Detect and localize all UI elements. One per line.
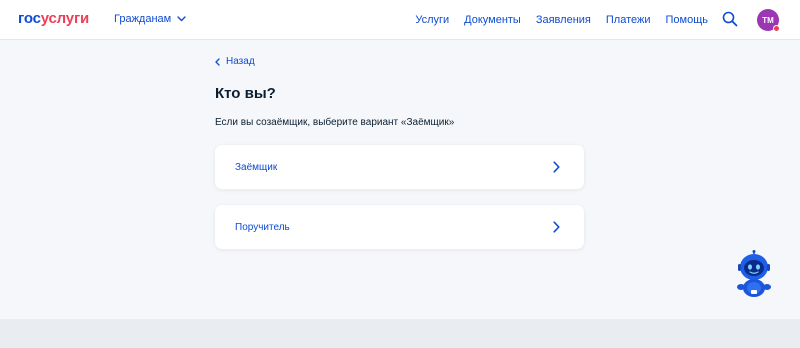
main-nav: Услуги Документы Заявления Платежи Помощ…: [415, 13, 708, 27]
option-label: Поручитель: [235, 222, 290, 233]
assistant-robot-icon[interactable]: [730, 250, 778, 300]
footer-strip: [0, 319, 800, 348]
chevron-right-icon: [553, 221, 560, 233]
chevron-down-icon: [177, 16, 186, 22]
nav-item-services[interactable]: Услуги: [415, 13, 449, 27]
nav-item-payments[interactable]: Платежи: [606, 13, 651, 27]
top-header: госуслуги Гражданам Услуги Документы Зая…: [0, 0, 800, 40]
gosuslugi-logo[interactable]: госуслуги: [18, 10, 89, 28]
search-icon[interactable]: [722, 11, 738, 27]
option-label: Заёмщик: [235, 162, 278, 173]
chevron-left-icon: [215, 57, 220, 66]
audience-dropdown[interactable]: Гражданам: [114, 12, 186, 26]
nav-item-applications[interactable]: Заявления: [536, 13, 591, 27]
audience-label: Гражданам: [114, 13, 172, 25]
avatar-initials: ТМ: [762, 15, 774, 25]
back-link[interactable]: Назад: [215, 55, 255, 68]
chevron-right-icon: [553, 161, 560, 173]
back-label: Назад: [226, 56, 255, 67]
nav-item-help[interactable]: Помощь: [666, 13, 709, 27]
option-borrower[interactable]: Заёмщик: [215, 145, 584, 189]
option-guarantor[interactable]: Поручитель: [215, 205, 584, 249]
page-subtitle: Если вы созаёмщик, выберите вариант «Заё…: [215, 117, 455, 128]
notification-dot: [773, 25, 780, 32]
page-title: Кто вы?: [215, 85, 276, 102]
avatar[interactable]: ТМ: [757, 9, 780, 32]
nav-item-documents[interactable]: Документы: [464, 13, 521, 27]
